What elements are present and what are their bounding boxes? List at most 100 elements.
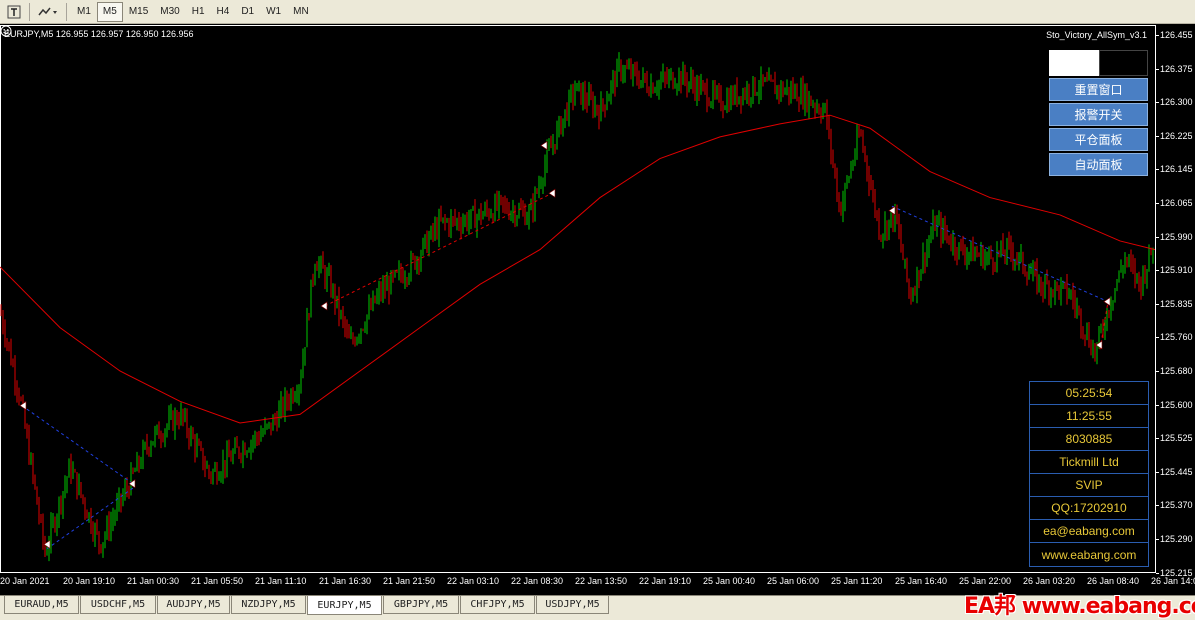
time-tick-label: 21 Jan 16:30	[319, 576, 372, 586]
objects-icon[interactable]	[34, 2, 62, 22]
qq-contact: QQ:17202910	[1030, 497, 1148, 520]
timeframe-m5-button[interactable]: M5	[96, 1, 123, 22]
symbol-tab[interactable]: USDJPY,M5	[536, 596, 609, 614]
symbol-tab[interactable]: CHFJPY,M5	[460, 596, 535, 614]
account-number: 8030885	[1030, 428, 1148, 451]
price-tick-mark	[1156, 303, 1159, 305]
time-tick-label: 22 Jan 13:50	[575, 576, 628, 586]
price-tick-mark	[1156, 337, 1159, 339]
time-tick-label: 20 Jan 19:10	[63, 576, 116, 586]
price-chart[interactable]: EURJPY,M5 126.955 126.957 126.950 126.95…	[0, 25, 1195, 595]
price-tick-mark	[1156, 68, 1159, 70]
price-tick-label: 126.300	[1160, 97, 1193, 108]
price-tick-label: 125.835	[1160, 298, 1193, 309]
price-tick-mark	[1156, 236, 1159, 238]
timeframe-d1-button[interactable]: D1	[235, 2, 260, 22]
price-tick-label: 125.370	[1160, 500, 1193, 511]
moving-average-line	[0, 114, 1156, 424]
timeframe-h1-button[interactable]: H1	[186, 2, 211, 22]
trend-line	[46, 487, 134, 550]
watermark-logo: EA邦 www.eabang.com	[964, 594, 1195, 619]
membership-level: SVIP	[1030, 474, 1148, 497]
timeframe-h4-button[interactable]: H4	[211, 2, 236, 22]
price-tick-mark	[1156, 203, 1159, 204]
time-tick-label: 26 Jan 08:40	[1087, 576, 1140, 586]
price-tick-label: 125.600	[1160, 399, 1193, 410]
signal-arrow	[128, 479, 136, 489]
price-tick-mark	[1156, 135, 1159, 137]
price-tick-label: 126.225	[1160, 130, 1193, 141]
toolbar: M1 M5 M15 M30 H1 H4 D1 W1 MN	[0, 0, 1195, 24]
timeframe-mn-button[interactable]: MN	[287, 2, 315, 22]
time-tick-label: 25 Jan 22:00	[959, 576, 1012, 586]
price-tick-label: 125.910	[1160, 265, 1193, 276]
signal-arrow	[1103, 297, 1111, 307]
price-tick-mark	[1156, 438, 1159, 440]
price-tick-mark	[1156, 471, 1159, 473]
time-tick-label: 25 Jan 06:00	[767, 576, 820, 586]
signal-arrow	[320, 301, 328, 311]
price-tick-label: 126.145	[1160, 164, 1193, 175]
signal-arrow	[540, 140, 548, 151]
price-tick-label: 125.290	[1160, 534, 1193, 544]
price-tick-mark	[1156, 505, 1159, 507]
price-tick-mark	[1156, 371, 1159, 372]
price-tick-mark	[1156, 169, 1159, 171]
price-tick-label: 126.065	[1160, 198, 1193, 208]
time-tick-label: 21 Jan 00:30	[127, 576, 180, 586]
timeframe-m15-button[interactable]: M15	[123, 2, 154, 22]
price-tick-mark	[1156, 35, 1159, 36]
candlestick-plot	[0, 52, 1156, 562]
price-tick-label: 125.990	[1160, 231, 1193, 242]
time-tick-label: 25 Jan 16:40	[895, 576, 948, 586]
price-tick-label: 125.760	[1160, 332, 1193, 343]
price-tick-mark	[1156, 404, 1159, 406]
reset-window-button[interactable]: 重置窗口	[1049, 78, 1148, 101]
blank-white-button[interactable]	[1049, 50, 1099, 76]
alarm-toggle-button[interactable]: 报警开关	[1049, 103, 1148, 126]
price-axis: 126.455 126.375 126.300 126.225 126.145 126.0…	[1156, 25, 1195, 578]
time-tick-label: 25 Jan 11:20	[831, 576, 883, 586]
time-tick-label: 22 Jan 03:10	[447, 576, 500, 586]
symbol-tab[interactable]: USDCHF,M5	[80, 596, 156, 614]
email-contact: ea@eabang.com	[1030, 520, 1148, 543]
website-link[interactable]: www.eabang.com	[1030, 543, 1148, 566]
price-tick-mark	[1156, 270, 1159, 272]
price-tick-label: 125.680	[1160, 366, 1193, 376]
time-tick-label: 21 Jan 05:50	[191, 576, 244, 586]
symbol-tab[interactable]: AUDJPY,M5	[157, 596, 230, 614]
time-tick-label: 26 Jan 14:00	[1151, 576, 1195, 586]
timeframe-w1-button[interactable]: W1	[260, 2, 287, 22]
price-tick-label: 125.525	[1160, 433, 1193, 444]
timeframe-bar: M1 M5 M15 M30 H1 H4 D1 W1 MN	[71, 1, 315, 22]
time-tick-label: 21 Jan 21:50	[383, 576, 436, 586]
symbol-tab[interactable]: GBPJPY,M5	[383, 596, 459, 614]
timeframe-m30-button[interactable]: M30	[154, 2, 185, 22]
auto-panel-button[interactable]: 自动面板	[1049, 153, 1148, 176]
local-time: 05:25:54	[1030, 382, 1148, 405]
price-tick-mark	[1156, 539, 1159, 540]
symbol-info: EURJPY,M5 126.955 126.957 126.950 126.95…	[4, 29, 194, 39]
account-info-panel: 05:25:54 11:25:55 8030885 Tickmill Ltd S…	[1029, 381, 1149, 567]
price-tick-label: 125.445	[1160, 466, 1193, 477]
server-time: 11:25:55	[1030, 405, 1148, 428]
expert-advisor-name: Sto_Victory_AllSym_v3.1	[1046, 30, 1147, 40]
symbol-tab[interactable]: EURJPY,M5	[307, 596, 382, 615]
time-tick-label: 21 Jan 11:10	[255, 576, 307, 586]
price-tick-label: 126.375	[1160, 63, 1193, 74]
time-tick-label: 25 Jan 00:40	[703, 576, 756, 586]
smile-icon[interactable]	[0, 25, 12, 37]
close-panel-button[interactable]: 平仓面板	[1049, 128, 1148, 151]
symbol-tab[interactable]: EURAUD,M5	[4, 596, 79, 614]
time-tick-label: 26 Jan 03:20	[1023, 576, 1076, 586]
symbol-tab[interactable]: NZDJPY,M5	[231, 596, 306, 614]
time-tick-label: 20 Jan 2021	[0, 576, 50, 586]
toolbar-separator	[66, 2, 67, 21]
time-tick-label: 22 Jan 08:30	[511, 576, 564, 586]
signal-arrow	[548, 188, 556, 198]
time-tick-label: 22 Jan 19:10	[639, 576, 692, 586]
cursor-icon[interactable]	[3, 2, 25, 22]
blank-black-button[interactable]	[1099, 50, 1148, 76]
signal-arrow	[888, 206, 896, 216]
timeframe-m1-button[interactable]: M1	[71, 2, 97, 22]
